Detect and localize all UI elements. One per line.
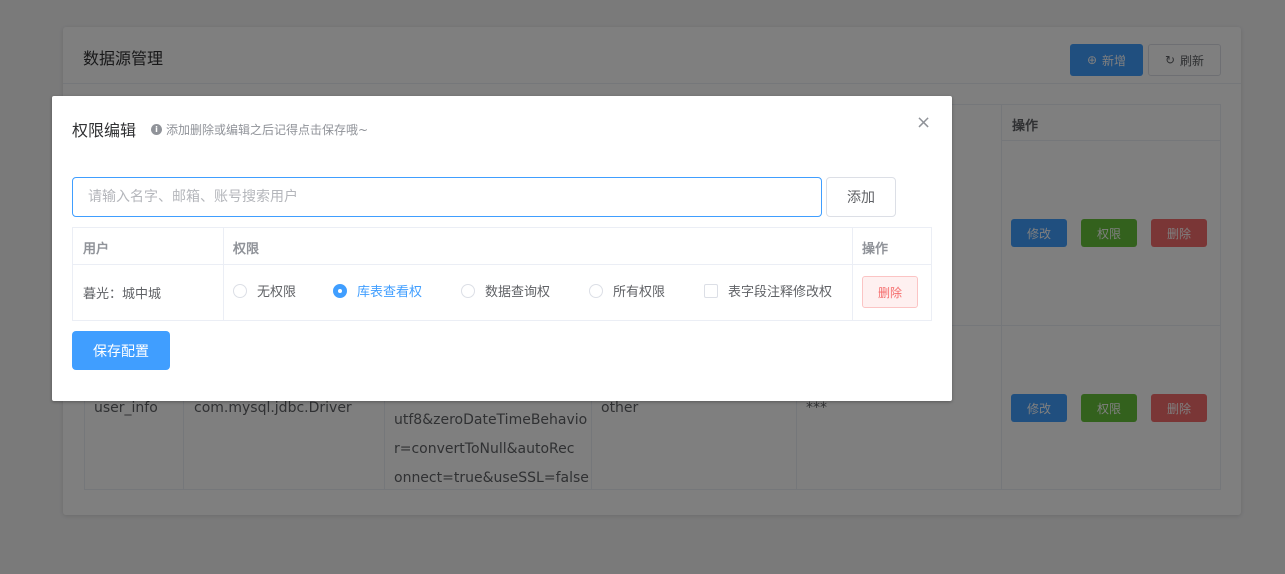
radio-data-query[interactable]: 数据查询权	[461, 281, 550, 300]
dialog-title: 权限编辑	[72, 121, 137, 140]
radio-icon	[461, 283, 475, 298]
save-config-button[interactable]: 保存配置	[72, 331, 170, 370]
column-divider	[852, 228, 853, 320]
radio-checked-icon	[333, 283, 347, 298]
user-name: 暮光：城中城	[83, 287, 162, 302]
radio-no-permission[interactable]: 无权限	[233, 281, 296, 300]
row-divider	[73, 264, 931, 265]
radio-icon	[233, 283, 247, 298]
dialog-hint: i 添加删除或编辑之后记得点击保存哦~	[151, 121, 368, 138]
radio-label: 库表查看权	[357, 285, 423, 300]
permission-column-header: 权限	[233, 242, 260, 257]
radio-icon	[589, 283, 603, 298]
radio-all-permissions[interactable]: 所有权限	[589, 281, 665, 300]
permission-dialog: 权限编辑 i 添加删除或编辑之后记得点击保存哦~ × 添加 用户 权限 操作 暮…	[52, 96, 952, 401]
delete-user-button[interactable]: 删除	[862, 276, 918, 308]
checkbox-comment-edit[interactable]: 表字段注释修改权	[704, 281, 832, 300]
radio-label: 所有权限	[613, 285, 666, 300]
ops-column-header: 操作	[862, 242, 889, 257]
checkbox-icon	[704, 283, 718, 298]
info-icon: i	[151, 124, 162, 135]
radio-table-view[interactable]: 库表查看权	[333, 281, 422, 300]
add-user-button[interactable]: 添加	[826, 177, 896, 217]
user-column-header: 用户	[83, 242, 110, 257]
user-search-input[interactable]	[72, 177, 822, 217]
close-icon[interactable]: ×	[916, 114, 931, 132]
radio-label: 数据查询权	[485, 285, 551, 300]
permission-table: 用户 权限 操作 暮光：城中城 无权限 库表查看权 数据查询权 所有权限 表字段…	[72, 227, 932, 321]
radio-label: 无权限	[257, 285, 297, 300]
column-divider	[223, 228, 224, 320]
checkbox-label: 表字段注释修改权	[728, 285, 833, 300]
dialog-hint-text: 添加删除或编辑之后记得点击保存哦~	[166, 123, 369, 137]
